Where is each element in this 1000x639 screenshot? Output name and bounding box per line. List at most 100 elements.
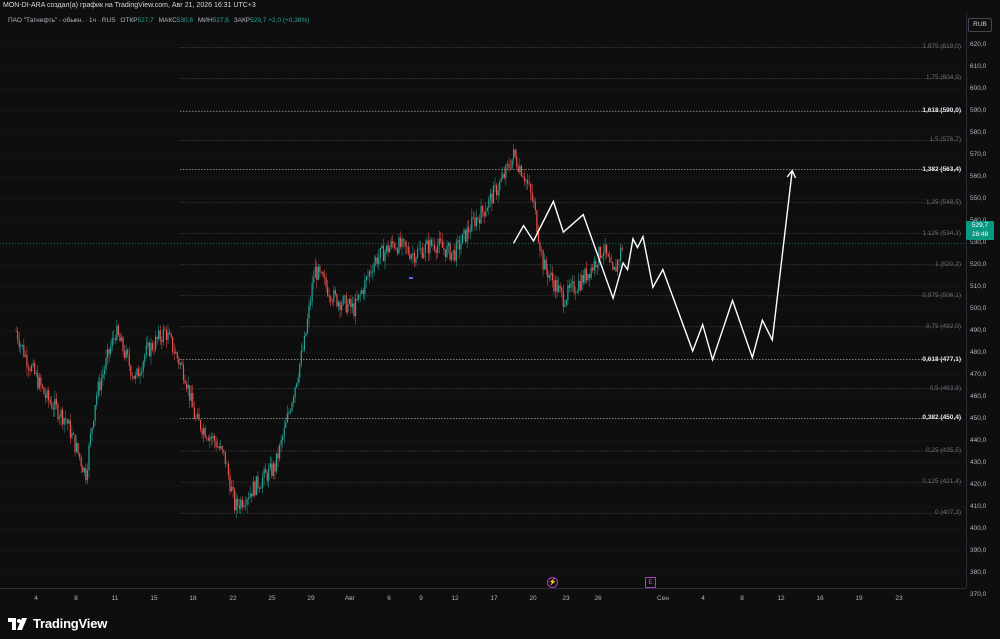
candle-body: [156, 336, 158, 339]
candle-body: [502, 173, 504, 179]
candle-body: [155, 336, 157, 350]
last-price-value: 529,7: [971, 222, 989, 229]
candle-body: [424, 243, 426, 254]
candle-body: [401, 238, 403, 248]
price-chart[interactable]: [0, 13, 966, 588]
candle-body: [230, 486, 233, 492]
candle-body: [420, 248, 422, 249]
price-label: 550,0: [970, 195, 987, 203]
candle-body: [317, 266, 319, 280]
candle-body: [122, 337, 124, 352]
candle-body: [503, 173, 505, 178]
candle-body: [406, 246, 408, 247]
candle-body: [593, 260, 595, 271]
candle-body: [378, 257, 380, 264]
candle-body: [407, 246, 409, 254]
price-axis[interactable]: [966, 13, 1000, 588]
candle-body: [20, 345, 22, 347]
candle-body: [361, 290, 363, 294]
candle-body: [175, 352, 177, 354]
candle-body: [385, 245, 388, 252]
candle-body: [299, 363, 301, 378]
candle-body: [328, 295, 330, 298]
currency-button[interactable]: RUB: [968, 18, 992, 32]
candle-body: [525, 180, 527, 182]
price-label: 370,0: [970, 591, 987, 599]
price-label: 560,0: [970, 173, 987, 181]
candle-body: [350, 299, 352, 308]
candle-body: [279, 444, 281, 459]
symbol-legend[interactable]: ПАО "Татнефть" - обыкн. · 1ч · RUS ОТКР5…: [8, 17, 309, 24]
candle-body: [390, 241, 392, 248]
candle-body: [537, 232, 540, 243]
candle-body: [558, 285, 560, 293]
candle-body: [89, 433, 92, 446]
candle-body: [190, 393, 192, 401]
candle-body: [229, 475, 231, 492]
candle-body: [124, 351, 126, 358]
candle-body: [311, 283, 313, 302]
candle-body: [303, 336, 305, 351]
candle-body: [201, 429, 203, 435]
candle-body: [248, 497, 250, 500]
fib-level-label: 0,25 (435,5): [925, 447, 961, 455]
time-label: 12: [777, 595, 785, 602]
candle-body: [415, 257, 417, 263]
drawing-marker[interactable]: [409, 277, 413, 279]
candle-body: [255, 476, 257, 496]
candle-body: [207, 438, 209, 441]
candle-body: [399, 237, 402, 248]
candle-body: [164, 329, 166, 330]
fib-level-label: 0,382 (450,4): [922, 414, 961, 422]
candle-body: [58, 417, 61, 419]
fib-level-label: 1,5 (576,7): [929, 136, 961, 144]
candle-body: [367, 276, 369, 277]
candle-body: [517, 166, 519, 172]
candle-body: [389, 247, 391, 253]
candle-body: [18, 339, 20, 347]
tradingview-brand[interactable]: TradingView: [8, 616, 107, 631]
candle-body: [105, 357, 107, 370]
candle-body: [237, 498, 239, 506]
candle-body: [466, 227, 468, 242]
candle-body: [351, 303, 354, 308]
candle-body: [227, 463, 230, 476]
candle-body: [198, 413, 200, 421]
time-label: 25: [268, 595, 276, 602]
earnings-badge[interactable]: E: [645, 577, 656, 588]
candle-body: [131, 375, 133, 377]
candle-body: [562, 291, 564, 307]
candle-body: [602, 252, 605, 256]
candle-body: [358, 294, 360, 300]
price-label: 520,0: [970, 261, 987, 269]
candle-body: [359, 293, 361, 295]
candle-body: [176, 352, 178, 359]
candle-body: [93, 420, 95, 428]
candle-body: [111, 338, 113, 347]
candle-body: [204, 427, 206, 438]
grid-lines: [0, 44, 966, 574]
candle-body: [395, 247, 397, 249]
candle-body: [252, 481, 254, 497]
candle-body: [418, 248, 420, 250]
candle-body: [539, 242, 541, 251]
candle-body: [244, 505, 247, 506]
candle-body: [147, 342, 149, 346]
candle-body: [246, 499, 248, 506]
candle-body: [142, 361, 144, 372]
candle-body: [365, 276, 367, 281]
candle-body: [483, 212, 485, 217]
candle-body: [17, 331, 19, 340]
candle-body: [607, 254, 609, 257]
candle-body: [620, 247, 622, 261]
candle-body: [437, 245, 439, 253]
lightning-icon[interactable]: ⚡: [547, 577, 558, 588]
candle-body: [62, 409, 64, 425]
candle-body: [356, 298, 358, 300]
candle-body: [117, 325, 119, 335]
candle-body: [554, 279, 557, 292]
candle-body: [57, 404, 59, 419]
fib-level-label: 0,75 (492,0): [925, 322, 961, 330]
candle-body: [494, 185, 496, 186]
candle-body: [499, 181, 501, 191]
